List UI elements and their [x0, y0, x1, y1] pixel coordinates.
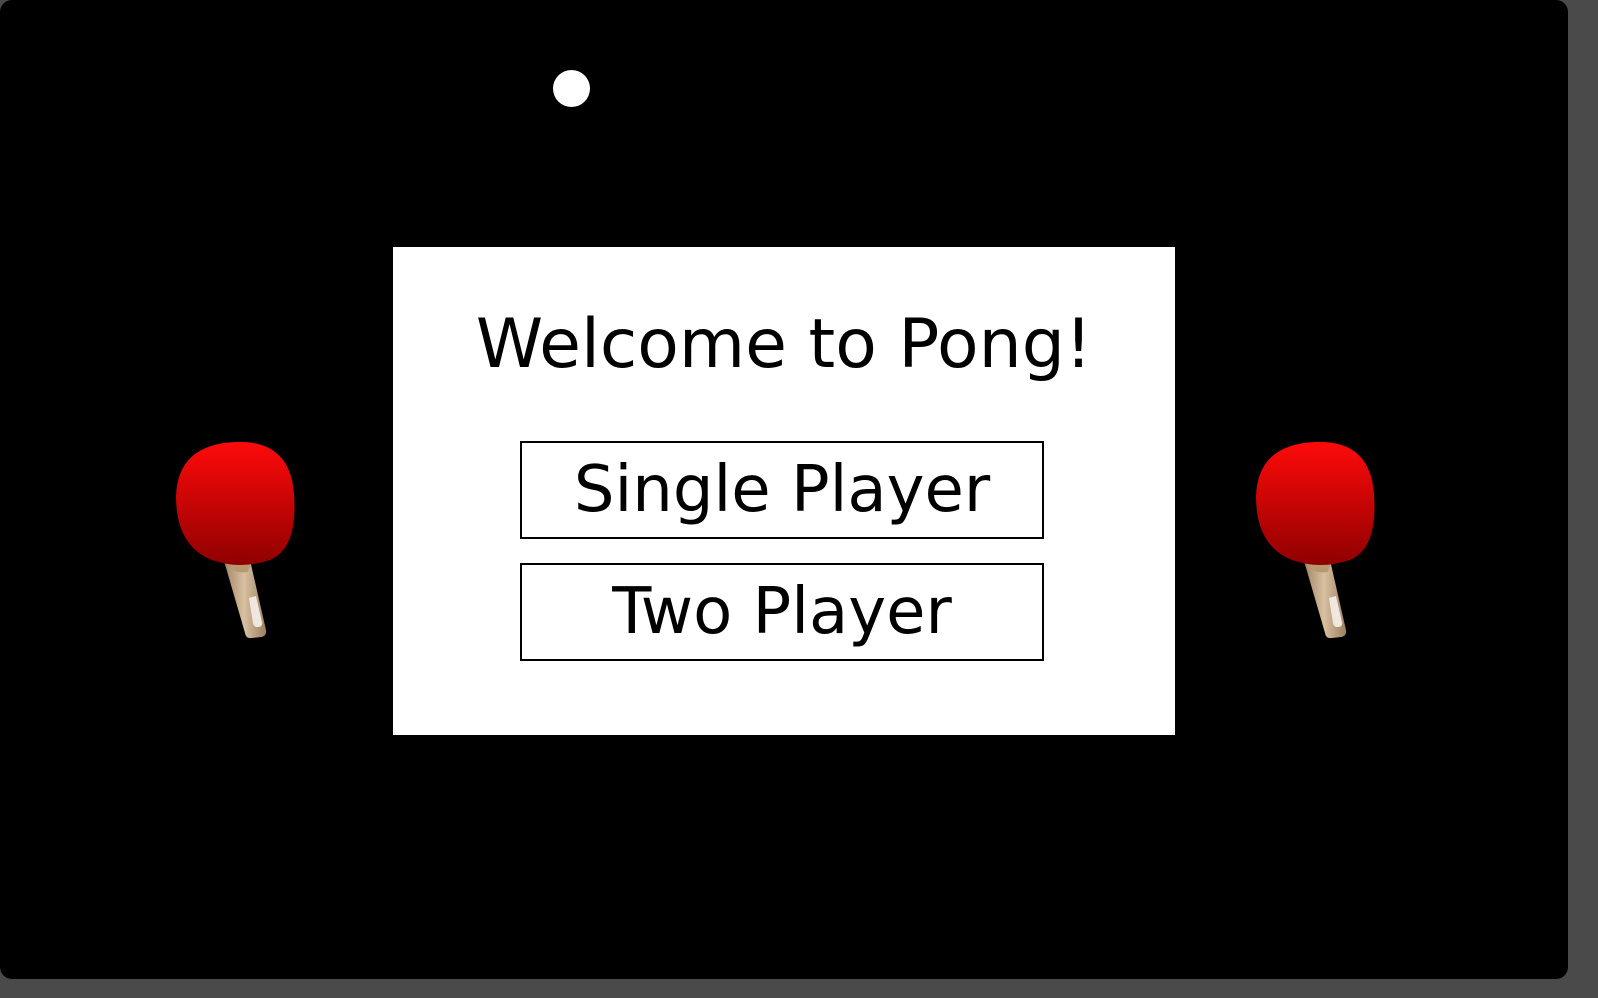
two-player-button[interactable]: Two Player	[520, 563, 1044, 661]
pong-ball	[553, 70, 590, 107]
menu-title: Welcome to Pong!	[475, 305, 1093, 384]
left-paddle-icon	[170, 436, 300, 646]
right-paddle-icon	[1250, 436, 1380, 646]
single-player-button[interactable]: Single Player	[520, 441, 1044, 539]
game-board: Welcome to Pong! Single Player Two Playe…	[0, 0, 1568, 979]
